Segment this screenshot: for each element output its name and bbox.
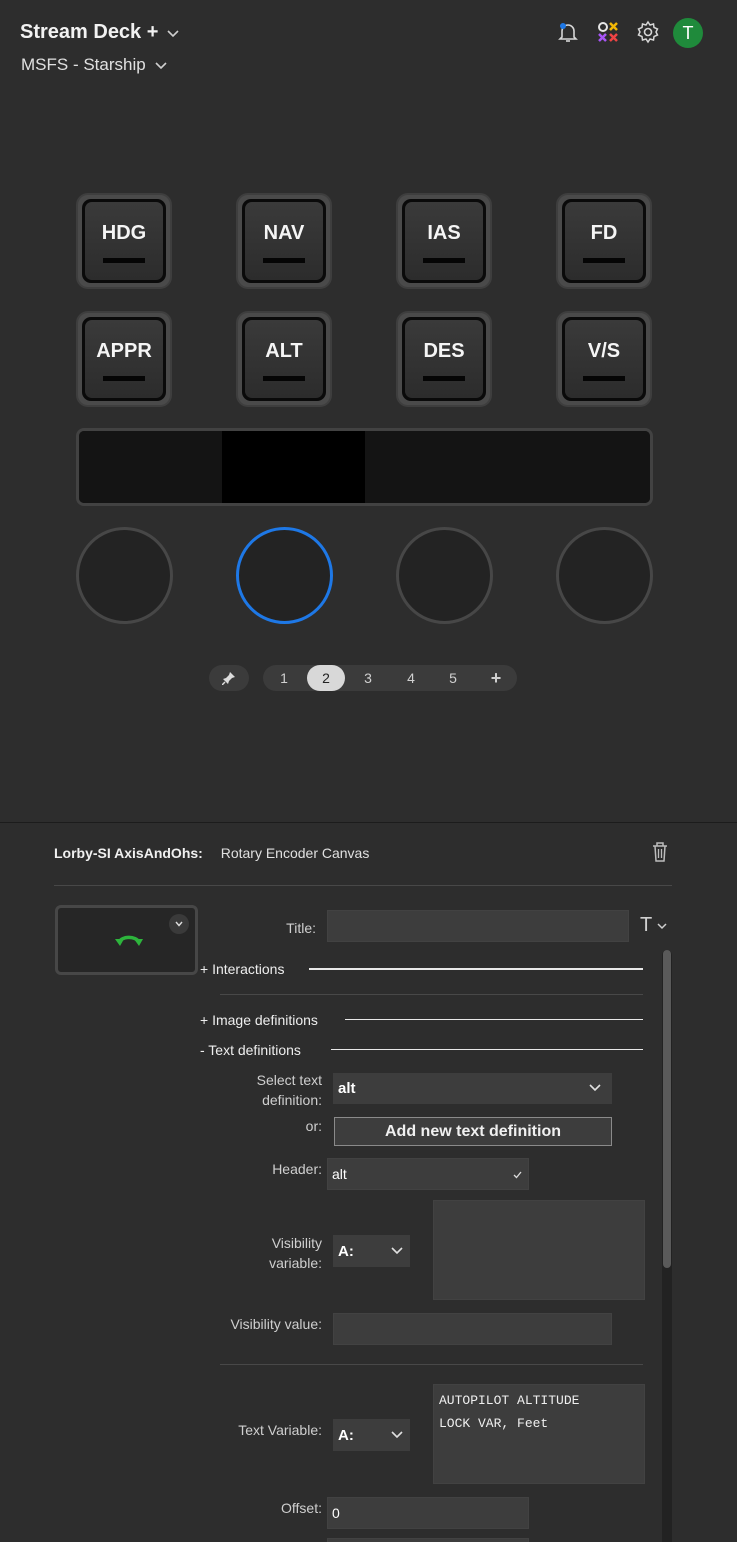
chevron-down-icon — [391, 1247, 403, 1255]
strip-segment-2[interactable] — [222, 431, 365, 503]
dial-3[interactable] — [396, 527, 493, 624]
key-5[interactable]: APPR — [76, 311, 172, 407]
or-label: or: — [305, 1118, 322, 1134]
offset-label: Offset: — [281, 1500, 322, 1516]
text-variable-type-select[interactable]: A: — [333, 1419, 410, 1451]
visibility-variable-textarea[interactable] — [433, 1200, 645, 1300]
text-variable-textarea[interactable]: AUTOPILOT ALTITUDE LOCK VAR, Feet — [433, 1384, 645, 1484]
panel-divider — [0, 822, 737, 823]
separator — [220, 1364, 643, 1365]
chevron-down-icon — [589, 1084, 601, 1092]
key-label: IAS — [427, 222, 461, 244]
select-text-label: Select text definition: — [256, 1072, 322, 1108]
trash-icon[interactable] — [650, 841, 672, 863]
key-label: DES — [423, 340, 465, 362]
key-label: FD — [590, 222, 618, 244]
key-1[interactable]: HDG — [76, 193, 172, 289]
title-input[interactable] — [327, 910, 629, 942]
touch-strip[interactable] — [76, 428, 653, 506]
text-variable-label: Text Variable: — [238, 1422, 322, 1438]
header-input[interactable]: alt — [327, 1158, 529, 1190]
section-text-definitions[interactable]: - Text definitions — [200, 1042, 301, 1058]
profile-name: MSFS - Starship — [21, 55, 146, 74]
separator — [220, 994, 643, 995]
check-icon — [513, 1171, 522, 1179]
key-label: V/S — [587, 340, 621, 362]
visibility-value-input[interactable] — [333, 1313, 612, 1345]
device-title: Stream Deck + — [20, 21, 159, 43]
key-label: ALT — [265, 340, 303, 362]
dial-4[interactable] — [556, 527, 653, 624]
page-5[interactable]: 5 — [434, 665, 472, 691]
page-4[interactable]: 4 — [392, 665, 430, 691]
avatar[interactable]: T — [673, 18, 703, 48]
section-interactions[interactable]: + Interactions — [200, 961, 284, 977]
text-definition-select[interactable]: alt — [333, 1073, 612, 1104]
visibility-variable-type-select[interactable]: A: — [333, 1235, 410, 1267]
page-1[interactable]: 1 — [265, 665, 303, 691]
plugin-name: Lorby-SI AxisAndOhs: — [54, 845, 203, 861]
add-page-button[interactable]: + — [477, 665, 515, 691]
separator — [54, 885, 672, 886]
strip-segment-3[interactable] — [365, 431, 508, 503]
strip-segment-4[interactable] — [508, 431, 650, 503]
visibility-variable-label: Visibility variable: — [269, 1235, 322, 1271]
bell-icon[interactable] — [555, 19, 581, 45]
rotate-arrow-icon — [115, 935, 143, 946]
visibility-value-label: Visibility value: — [230, 1316, 322, 1332]
gear-icon[interactable] — [635, 19, 661, 45]
add-text-definition-button[interactable]: Add new text definition — [334, 1117, 612, 1146]
key-8[interactable]: V/S — [556, 311, 652, 407]
marketplace-icon[interactable] — [595, 19, 621, 45]
device-selector[interactable]: Stream Deck + — [20, 21, 180, 44]
key-label: APPR — [96, 340, 152, 362]
dial-2[interactable] — [236, 527, 333, 624]
profile-selector[interactable]: MSFS - Starship — [21, 55, 168, 75]
inspector-scrollbar[interactable] — [662, 950, 672, 1542]
title-label: Title: — [286, 920, 316, 936]
key-2[interactable]: NAV — [236, 193, 332, 289]
action-name: Rotary Encoder Canvas — [220, 845, 370, 861]
action-header: Lorby-SI AxisAndOhs: Rotary Encoder Canv… — [54, 845, 369, 861]
page-3[interactable]: 3 — [349, 665, 387, 691]
header-label: Header: — [272, 1161, 322, 1177]
action-preview[interactable] — [55, 905, 198, 975]
pin-icon[interactable] — [209, 665, 249, 691]
chevron-down-icon — [167, 29, 179, 37]
key-label: NAV — [263, 222, 305, 244]
key-6[interactable]: ALT — [236, 311, 332, 407]
key-7[interactable]: DES — [396, 311, 492, 407]
chevron-down-icon[interactable] — [169, 914, 189, 934]
strip-segment-1[interactable] — [79, 431, 222, 503]
page-2[interactable]: 2 — [307, 665, 345, 691]
key-4[interactable]: FD — [556, 193, 652, 289]
key-3[interactable]: IAS — [396, 193, 492, 289]
chevron-down-icon — [391, 1431, 403, 1439]
chevron-down-icon — [155, 62, 167, 70]
offset-input[interactable]: 0 — [327, 1497, 529, 1529]
chevron-down-icon — [657, 922, 667, 929]
dial-1[interactable] — [76, 527, 173, 624]
next-input[interactable] — [327, 1538, 529, 1542]
scrollbar-thumb[interactable] — [663, 950, 671, 1268]
title-font-button[interactable]: T — [640, 914, 668, 937]
key-label: HDG — [101, 222, 147, 244]
page-selector: 1 2 3 4 5 + — [263, 665, 517, 691]
section-image-definitions[interactable]: + Image definitions — [200, 1012, 318, 1028]
